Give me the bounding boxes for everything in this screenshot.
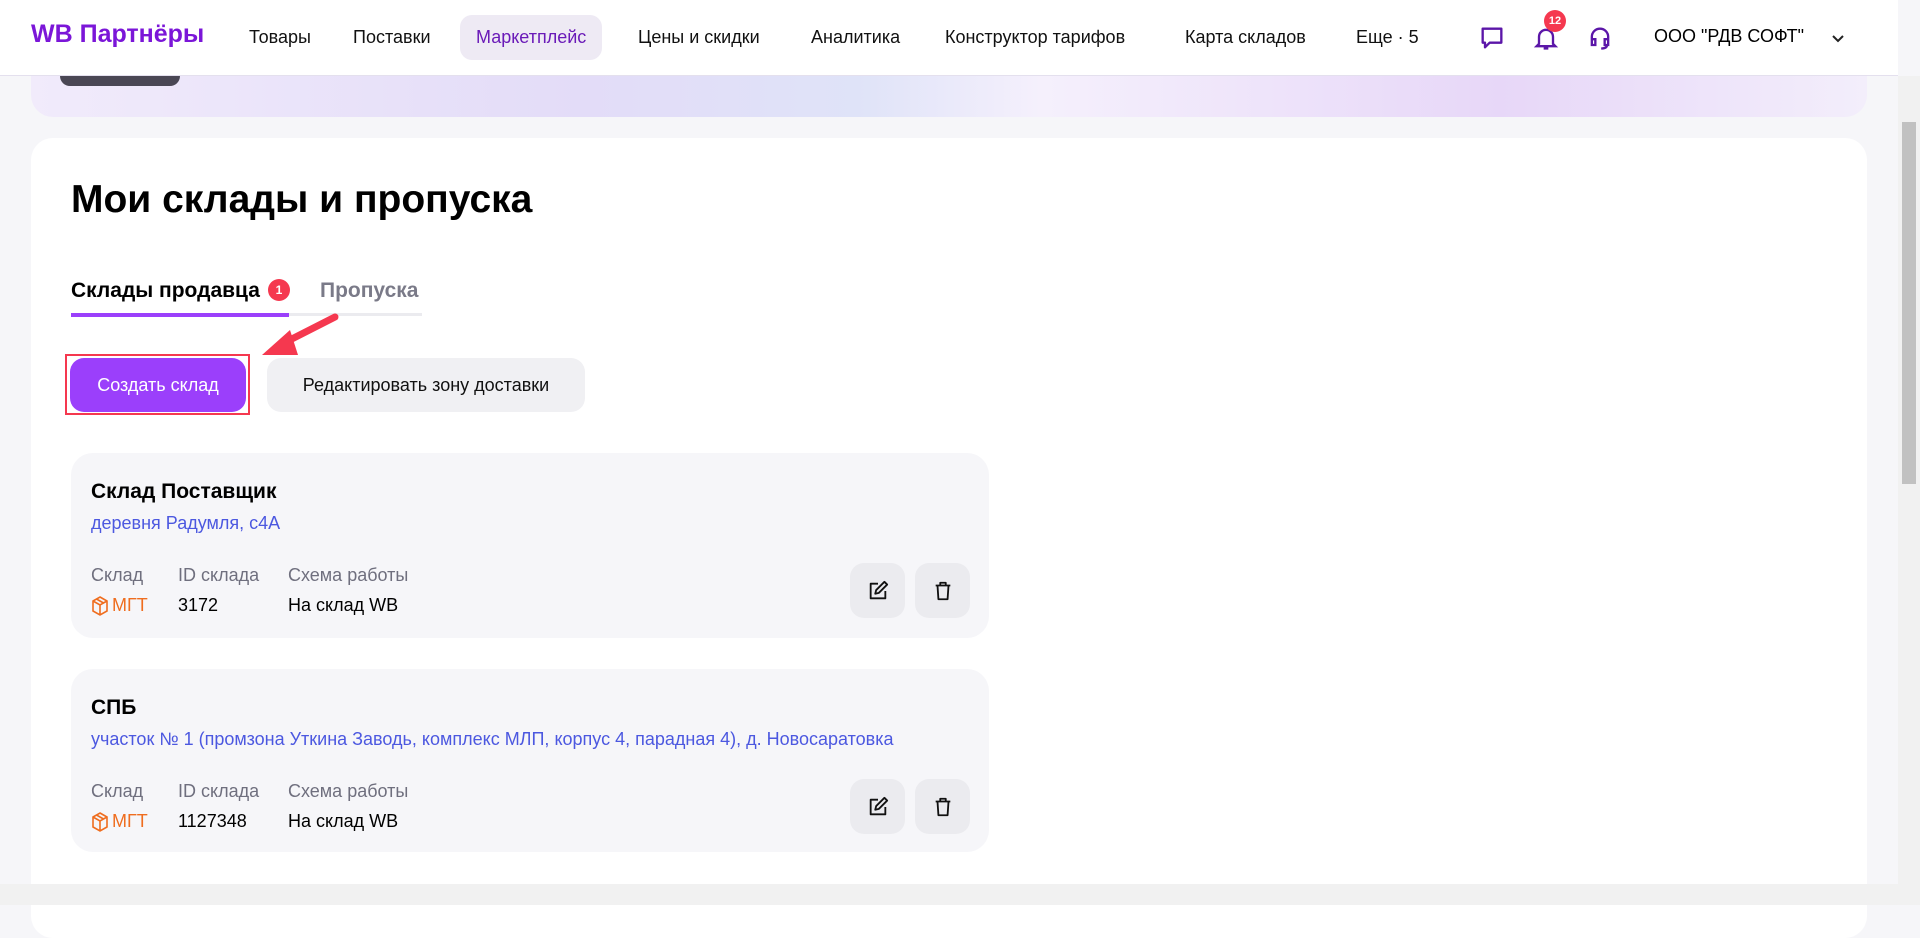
label-id: ID склада: [178, 565, 260, 585]
warehouse-card: Склад Поставщик деревня Радумля, с4А Скл…: [71, 453, 989, 638]
warehouse-type-label: МГТ: [112, 595, 148, 615]
nav-analytics[interactable]: Аналитика: [811, 15, 900, 60]
warehouse-type: МГТ: [91, 595, 148, 616]
warehouse-scheme: На склад WB: [288, 595, 399, 615]
company-selector[interactable]: ООО "РДВ СОФТ": [1654, 26, 1804, 47]
warehouse-type-label: МГТ: [112, 811, 148, 831]
warehouse-address[interactable]: деревня Радумля, с4А: [91, 513, 971, 534]
edit-delivery-zone-button[interactable]: Редактировать зону доставки: [267, 358, 585, 412]
edit-icon: [869, 796, 888, 815]
warehouse-card: СПБ участок № 1 (промзона Уткина Заводь,…: [71, 669, 989, 852]
edit-button[interactable]: [850, 563, 905, 618]
nav-warehouse-map[interactable]: Карта складов: [1185, 15, 1306, 60]
warehouse-id: 1127348: [178, 811, 247, 831]
label-scheme: Схема работы: [288, 565, 409, 585]
warehouse-address[interactable]: участок № 1 (промзона Уткина Заводь, ком…: [91, 729, 971, 750]
tab-passes[interactable]: Пропуска: [320, 279, 418, 303]
warehouse-type: МГТ: [91, 811, 148, 832]
tab-badge: 1: [268, 279, 290, 301]
page-title: Мои склады и пропуска: [71, 178, 533, 221]
warehouse-scheme: На склад WB: [288, 811, 399, 831]
nav-marketplace[interactable]: Маркетплейс: [460, 15, 603, 60]
box-icon: [92, 811, 108, 832]
box-icon: [92, 595, 108, 616]
warehouse-name: Склад Поставщик: [91, 480, 277, 503]
scrollbar-thumb[interactable]: [1902, 122, 1916, 484]
horizontal-scrollbar[interactable]: [0, 884, 1920, 905]
nav-postavki[interactable]: Поставки: [353, 15, 431, 60]
chevron-down-icon[interactable]: [1830, 31, 1846, 47]
nav-more[interactable]: Еще · 5: [1356, 15, 1419, 60]
label-warehouse: Склад: [91, 781, 144, 801]
nav-tariff-constructor[interactable]: Конструктор тарифов: [945, 15, 1125, 60]
warehouse-id: 3172: [178, 595, 219, 615]
logo[interactable]: WB Партнёры: [31, 20, 204, 49]
nav-tovary[interactable]: Товары: [249, 15, 311, 60]
trash-icon: [935, 581, 950, 600]
delete-button[interactable]: [915, 779, 970, 834]
arrow-annotation: [262, 313, 339, 355]
label-warehouse: Склад: [91, 565, 144, 585]
delete-button[interactable]: [915, 563, 970, 618]
tab-seller-warehouses[interactable]: Склады продавца: [71, 279, 260, 303]
vertical-scrollbar[interactable]: [1898, 76, 1920, 884]
edit-icon: [869, 580, 888, 599]
notification-badge: 12: [1544, 10, 1566, 32]
create-warehouse-button[interactable]: Создать склад: [70, 358, 246, 412]
nav-prices[interactable]: Цены и скидки: [638, 15, 760, 60]
edit-button[interactable]: [850, 779, 905, 834]
warehouse-name: СПБ: [91, 696, 137, 719]
trash-icon: [935, 797, 950, 816]
label-id: ID склада: [178, 781, 260, 801]
headset-icon[interactable]: [1586, 24, 1614, 52]
label-scheme: Схема работы: [288, 781, 409, 801]
chat-icon[interactable]: [1478, 24, 1506, 52]
top-header: WB Партнёры Товары Поставки Маркетплейс …: [0, 0, 1898, 76]
